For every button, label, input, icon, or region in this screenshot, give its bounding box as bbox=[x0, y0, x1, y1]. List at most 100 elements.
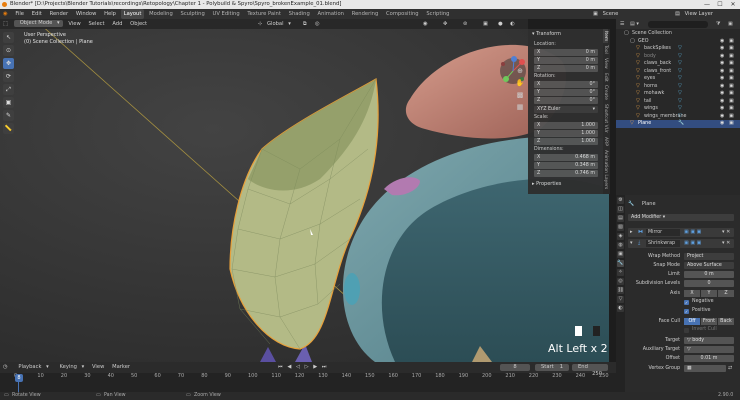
measure-tool-icon[interactable]: 📏 bbox=[3, 123, 14, 134]
modifier-menu-icon[interactable]: ▾ ✕ bbox=[722, 240, 730, 246]
rotate-tool-icon[interactable]: ⟳ bbox=[3, 71, 14, 82]
scene-selector[interactable]: ▣ Scene bbox=[590, 9, 624, 19]
constraints-tab-icon[interactable]: ⛓ bbox=[617, 287, 624, 294]
rotation-x-field[interactable]: X 0° bbox=[534, 81, 598, 88]
invert-cull-checkbox[interactable] bbox=[684, 328, 689, 333]
menu-file[interactable]: File bbox=[12, 9, 27, 19]
face-cull-back-toggle[interactable]: Back bbox=[718, 318, 734, 325]
location-x-field[interactable]: X 0 m bbox=[534, 49, 598, 56]
close-button[interactable]: ✕ bbox=[726, 0, 740, 9]
axis-z-toggle[interactable]: Z bbox=[718, 290, 734, 297]
subdivision-levels-field[interactable]: 0 bbox=[684, 280, 734, 287]
tool-tab-icon[interactable]: ⚙ bbox=[617, 197, 624, 204]
outliner-item[interactable]: ▽ tail ▽ ◉ ▣ bbox=[616, 98, 740, 106]
tab-tool[interactable]: Tool bbox=[603, 43, 608, 56]
render-icon[interactable]: ▣ bbox=[729, 120, 734, 128]
tab-modeling[interactable]: Modeling bbox=[146, 9, 176, 19]
object-tab-icon[interactable]: ▣ bbox=[617, 251, 624, 258]
visibility-icon[interactable]: ◉ bbox=[720, 60, 724, 68]
mode-dropdown[interactable]: Object Mode ▾ bbox=[13, 20, 63, 27]
outliner-item[interactable]: ▽ mohawk ▽ ◉ ▣ bbox=[616, 90, 740, 98]
outliner-editor-icon[interactable]: ☰ bbox=[620, 19, 624, 29]
playback-controls[interactable]: ⏮ ◀ ◁ ▷ ▶ ⏭ bbox=[275, 362, 331, 373]
tab-view[interactable]: View bbox=[603, 56, 608, 71]
end-frame-field[interactable]: End 250 bbox=[572, 364, 608, 377]
rotation-mode-dropdown[interactable]: XYZ Euler ▾ bbox=[534, 106, 598, 113]
outliner-item[interactable]: ▽ claws_front ▽ ◉ ▣ bbox=[616, 68, 740, 76]
rotation-y-field[interactable]: Y 0° bbox=[534, 89, 598, 96]
properties-panel-header[interactable]: ▸ Properties bbox=[532, 181, 561, 187]
rotation-z-field[interactable]: Z 0° bbox=[534, 97, 598, 104]
location-z-field[interactable]: Z 0 m bbox=[534, 65, 598, 72]
outliner-item[interactable]: ▽ horns ▽ ◉ ▣ bbox=[616, 83, 740, 91]
playhead[interactable]: 8 bbox=[15, 374, 23, 382]
outliner-display-mode-icon[interactable]: ▤ ▾ bbox=[630, 19, 639, 29]
outliner-item[interactable]: ▽ backSpikes ▽ ◉ ▣ bbox=[616, 45, 740, 53]
add-modifier-button[interactable]: Add Modifier ▾ bbox=[628, 214, 734, 221]
menu-select[interactable]: Select bbox=[86, 19, 108, 29]
outliner-filter-icon[interactable]: ⧩ bbox=[716, 19, 720, 29]
menu-add[interactable]: Add bbox=[109, 19, 125, 29]
tab-scripting[interactable]: Scripting bbox=[423, 9, 452, 19]
snap-icon[interactable]: ⧉ bbox=[300, 19, 310, 29]
modifier-tab-icon[interactable]: 🔧 bbox=[617, 260, 624, 267]
tab-create[interactable]: Create bbox=[603, 83, 608, 102]
menu-help[interactable]: Help bbox=[101, 9, 119, 19]
menu-timeline-view[interactable]: View bbox=[89, 362, 107, 373]
visibility-icon[interactable]: ◉ bbox=[720, 53, 724, 61]
visibility-icon[interactable]: ◉ bbox=[720, 113, 724, 121]
visibility-icon[interactable]: ◉ bbox=[720, 45, 724, 53]
gizmo-toggle-icon[interactable]: ✥ bbox=[440, 19, 450, 29]
modifier-shrinkwrap-panel[interactable]: ▾ ⤓ Shrinkwrap ▣ ▣ ▣ ▾ ✕ bbox=[628, 239, 734, 248]
blender-menu-icon[interactable]: ◉ bbox=[0, 9, 11, 19]
tab-shading[interactable]: Shading bbox=[286, 9, 313, 19]
render-icon[interactable]: ▣ bbox=[729, 53, 734, 61]
menu-playback[interactable]: Playback ▾ bbox=[12, 362, 51, 373]
particles-tab-icon[interactable]: ✧ bbox=[617, 269, 624, 276]
invert-vertex-group-icon[interactable]: ⇄ bbox=[728, 365, 732, 371]
modifier-toggle-icons[interactable]: ▣ ▣ ▣ bbox=[684, 229, 701, 235]
scale-tool-icon[interactable]: ⤢ bbox=[3, 84, 14, 95]
cursor-3d-icon[interactable]: ⊙ bbox=[3, 45, 14, 56]
outliner-item[interactable]: ▢ GEO ◉ ▣ bbox=[616, 38, 740, 46]
vertex-group-field[interactable]: ▦ bbox=[684, 365, 726, 372]
physics-tab-icon[interactable]: ◎ bbox=[617, 278, 624, 285]
shrinkwrap-modifier-name[interactable]: Shrinkwrap bbox=[646, 240, 680, 247]
tab-sculpting[interactable]: Sculpting bbox=[178, 9, 208, 19]
visibility-icon[interactable]: ◉ bbox=[420, 19, 431, 29]
render-icon[interactable]: ▣ bbox=[729, 83, 734, 91]
view-layer-tab-icon[interactable]: ▧ bbox=[617, 224, 624, 231]
shading-material-icon[interactable]: ◐ bbox=[507, 19, 518, 29]
view-layer-selector[interactable]: ▤ View Layer bbox=[672, 9, 719, 19]
dimensions-z-field[interactable]: Z 0.746 m bbox=[534, 170, 598, 177]
negative-checkbox[interactable]: ✓ bbox=[684, 300, 689, 305]
scale-y-field[interactable]: Y 1.000 bbox=[534, 130, 598, 137]
xray-toggle-icon[interactable]: ▣ bbox=[480, 19, 491, 29]
annotate-tool-icon[interactable]: ✎ bbox=[3, 110, 14, 121]
cursor-select-icon[interactable]: ↖ bbox=[3, 32, 14, 43]
limit-field[interactable]: 0 m bbox=[684, 271, 734, 278]
render-icon[interactable]: ▣ bbox=[729, 90, 734, 98]
visibility-icon[interactable]: ◉ bbox=[720, 83, 724, 91]
tab-shortcut-vur[interactable]: Shortcut VUr bbox=[603, 102, 608, 135]
axis-y-toggle[interactable]: Y bbox=[701, 290, 717, 297]
outliner-item-scene-collection[interactable]: ▢ Scene Collection bbox=[616, 30, 740, 38]
proportional-edit-icon[interactable]: ◎ bbox=[312, 19, 323, 29]
render-icon[interactable]: ▣ bbox=[729, 75, 734, 83]
dimensions-y-field[interactable]: Y 0.348 m bbox=[534, 162, 598, 169]
menu-render[interactable]: Render bbox=[47, 9, 71, 19]
outliner-search-input[interactable] bbox=[648, 20, 708, 28]
shading-solid-icon[interactable]: ● bbox=[495, 19, 506, 29]
render-icon[interactable]: ▣ bbox=[729, 38, 734, 46]
menu-view[interactable]: View bbox=[65, 19, 83, 29]
render-tab-icon[interactable]: ◫ bbox=[617, 206, 624, 213]
outliner-item[interactable]: ▽ body ▽ ◉ ▣ bbox=[616, 53, 740, 61]
render-icon[interactable]: ▣ bbox=[729, 68, 734, 76]
render-icon[interactable]: ▣ bbox=[729, 113, 734, 121]
scene-tab-icon[interactable]: ◈ bbox=[617, 233, 624, 240]
scale-z-field[interactable]: Z 1.000 bbox=[534, 138, 598, 145]
overlay-toggle-icon[interactable]: ⊚ bbox=[460, 19, 470, 29]
start-frame-field[interactable]: Start 1 bbox=[535, 364, 569, 371]
pan-hand-icon[interactable]: ✋ bbox=[515, 77, 525, 89]
scale-x-field[interactable]: X 1.000 bbox=[534, 122, 598, 129]
